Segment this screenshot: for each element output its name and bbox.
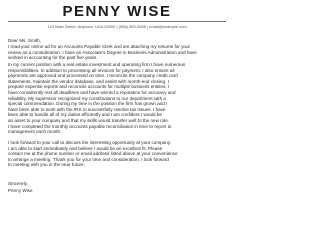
paragraph-experience: In my current position with a real estat… <box>8 62 228 135</box>
salutation-text: Dear Ms. Smith, <box>8 38 41 43</box>
paragraph-line: worked in accounting for the past five y… <box>8 55 98 61</box>
cover-letter-page: PENNY WISE 123 Main Street, Anytown, USA… <box>0 0 234 216</box>
header-divider <box>8 21 226 22</box>
paragraph-closing: I look forward to your call to discuss t… <box>8 140 228 168</box>
signature-name: Penny Wise <box>8 188 33 193</box>
closing-text: Sincerely, <box>8 181 28 186</box>
contact-line: 123 Main Street, Anytown, USA 00000 | (5… <box>47 24 187 29</box>
paragraph-intro: I read your online ad for an Accounts Pa… <box>8 44 228 61</box>
closing: Sincerely, <box>8 181 228 187</box>
sender-name: PENNY WISE <box>62 3 172 20</box>
signature: Penny Wise <box>8 188 228 194</box>
paragraph-line: management each month. <box>8 129 62 135</box>
paragraph-line: to meeting with you in the near future. <box>8 162 85 168</box>
salutation: Dear Ms. Smith, <box>8 38 228 44</box>
